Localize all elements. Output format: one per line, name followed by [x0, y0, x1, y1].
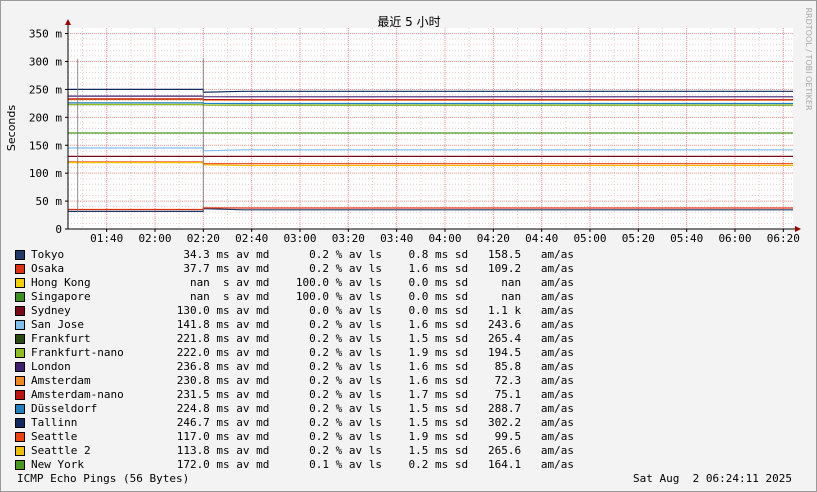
legend-entry: London 236.8 ms av md 0.2 % av ls 1.6 ms… [31, 360, 575, 373]
legend-row: New York 172.0 ms av md 0.1 % av ls 0.2 … [15, 458, 805, 472]
legend-swatch [15, 390, 25, 400]
legend-entry: Frankfurt-nano 222.0 ms av md 0.2 % av l… [31, 346, 575, 359]
legend-entry: Seattle 117.0 ms av md 0.2 % av ls 1.9 m… [31, 430, 575, 443]
latency-chart: 0 50 m 100 m 150 m 200 m 250 m 300 m 350 m 01:40… [5, 7, 813, 245]
legend-entry: Amsterdam 230.8 ms av md 0.2 % av ls 1.6… [31, 374, 575, 387]
legend-swatch [15, 320, 25, 330]
legend-entry: New York 172.0 ms av md 0.1 % av ls 0.2 … [31, 458, 575, 471]
legend-entry: Osaka 37.7 ms av md 0.2 % av ls 1.6 ms s… [31, 262, 575, 275]
watermark: RRDTOOL / TOBI OETIKER [804, 7, 813, 110]
legend-row: Düsseldorf 224.8 ms av md 0.2 % av ls 1.… [15, 402, 805, 416]
legend-row: Singapore nan s av md 100.0 % av ls 0.0 … [15, 290, 805, 304]
x-tick-label: 02:00 [138, 232, 171, 245]
legend-swatch [15, 460, 25, 470]
legend-swatch [15, 418, 25, 428]
x-tick-label: 02:20 [187, 232, 220, 245]
legend-swatch [15, 404, 25, 414]
legend-entry: San Jose 141.8 ms av md 0.2 % av ls 1.6 … [31, 318, 575, 331]
x-tick-label: 06:00 [718, 232, 751, 245]
legend-swatch [15, 362, 25, 372]
legend-entry: Düsseldorf 224.8 ms av md 0.2 % av ls 1.… [31, 402, 575, 415]
chart-title: 最近 5 小时 [377, 15, 440, 29]
x-tick-label: 03:20 [332, 232, 365, 245]
legend-swatch [15, 376, 25, 386]
y-axis-label: Seconds [5, 105, 18, 151]
legend-swatch [15, 264, 25, 274]
y-tick-label: 0 [55, 223, 62, 236]
legend-entry: Frankfurt 221.8 ms av md 0.2 % av ls 1.5… [31, 332, 575, 345]
legend-swatch [15, 278, 25, 288]
x-tick-label: 03:00 [283, 232, 316, 245]
legend-row: London 236.8 ms av md 0.2 % av ls 1.6 ms… [15, 360, 805, 374]
x-tick-label: 05:40 [670, 232, 703, 245]
legend: Tokyo 34.3 ms av md 0.2 % av ls 0.8 ms s… [15, 248, 805, 472]
x-tick-label: 06:20 [767, 232, 800, 245]
x-tick-label: 05:00 [573, 232, 606, 245]
series-line-frankfurt-nano [68, 103, 793, 106]
legend-entry: Sydney 130.0 ms av md 0.0 % av ls 0.0 ms… [31, 304, 575, 317]
x-tick-label: 01:40 [90, 232, 123, 245]
legend-swatch [15, 334, 25, 344]
legend-entry: Seattle 2 113.8 ms av md 0.2 % av ls 1.5… [31, 444, 575, 457]
x-tick-label: 02:40 [235, 232, 268, 245]
legend-row: Frankfurt 221.8 ms av md 0.2 % av ls 1.5… [15, 332, 805, 346]
legend-entry: Hong Kong nan s av md 100.0 % av ls 0.0 … [31, 276, 575, 289]
x-tick-label: 03:40 [380, 232, 413, 245]
legend-entry: Tallinn 246.7 ms av md 0.2 % av ls 1.5 m… [31, 416, 575, 429]
legend-row: Tokyo 34.3 ms av md 0.2 % av ls 0.8 ms s… [15, 248, 805, 262]
legend-swatch [15, 446, 25, 456]
y-tick-label: 350 m [29, 28, 62, 41]
legend-row: Sydney 130.0 ms av md 0.0 % av ls 0.0 ms… [15, 304, 805, 318]
legend-entry: Tokyo 34.3 ms av md 0.2 % av ls 0.8 ms s… [31, 248, 575, 261]
smokeping-graph: 0 50 m 100 m 150 m 200 m 250 m 300 m 350 m 01:40… [0, 0, 817, 492]
footer-probe-info: ICMP Echo Pings (56 Bytes) [17, 472, 190, 485]
legend-row: Frankfurt-nano 222.0 ms av md 0.2 % av l… [15, 346, 805, 360]
y-tick-label: 200 m [29, 111, 62, 124]
legend-row: Amsterdam-nano 231.5 ms av md 0.2 % av l… [15, 388, 805, 402]
legend-row: Amsterdam 230.8 ms av md 0.2 % av ls 1.6… [15, 374, 805, 388]
x-tick-label: 04:20 [477, 232, 510, 245]
legend-row: San Jose 141.8 ms av md 0.2 % av ls 1.6 … [15, 318, 805, 332]
x-tick-label: 04:40 [525, 232, 558, 245]
legend-swatch [15, 250, 25, 260]
y-tick-label: 250 m [29, 83, 62, 96]
legend-swatch [15, 348, 25, 358]
legend-entry: Amsterdam-nano 231.5 ms av md 0.2 % av l… [31, 388, 575, 401]
y-axis-arrow [65, 19, 71, 25]
legend-swatch [15, 306, 25, 316]
y-tick-label: 300 m [29, 56, 62, 69]
series-line-d-sseldorf [68, 102, 793, 105]
y-tick-label: 150 m [29, 139, 62, 152]
legend-entry: Singapore nan s av md 100.0 % av ls 0.0 … [31, 290, 575, 303]
y-tick-label: 100 m [29, 167, 62, 180]
x-tick-label: 04:00 [428, 232, 461, 245]
legend-row: Osaka 37.7 ms av md 0.2 % av ls 1.6 ms s… [15, 262, 805, 276]
x-tick-label: 05:20 [622, 232, 655, 245]
legend-row: Seattle 117.0 ms av md 0.2 % av ls 1.9 m… [15, 430, 805, 444]
footer-timestamp: Sat Aug 2 06:24:11 2025 [633, 472, 792, 485]
series-line-london [68, 95, 793, 98]
legend-row: Seattle 2 113.8 ms av md 0.2 % av ls 1.5… [15, 444, 805, 458]
legend-row: Tallinn 246.7 ms av md 0.2 % av ls 1.5 m… [15, 416, 805, 430]
legend-swatch [15, 292, 25, 302]
legend-row: Hong Kong nan s av md 100.0 % av ls 0.0 … [15, 276, 805, 290]
legend-swatch [15, 432, 25, 442]
y-tick-label: 50 m [36, 195, 63, 208]
